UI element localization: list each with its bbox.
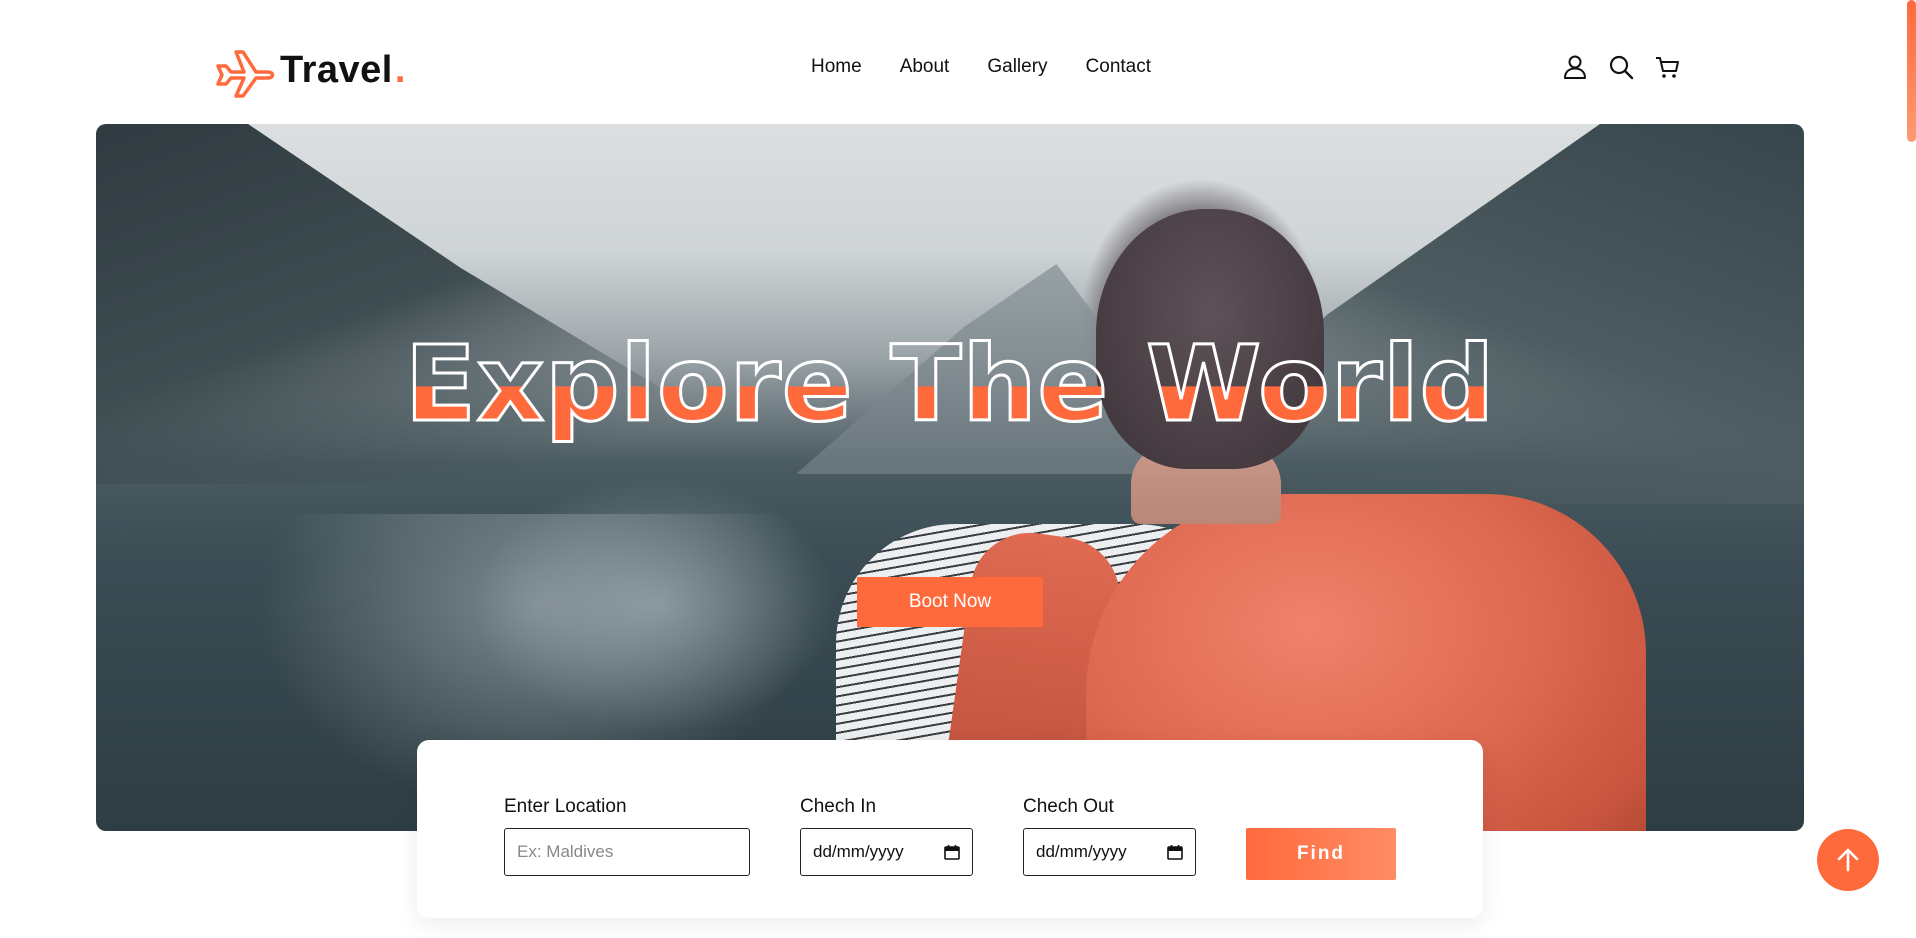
hero-title: Explore The World Explore The World <box>96 323 1804 446</box>
checkin-label: Chech In <box>800 796 877 817</box>
booking-form: Enter Location Chech In dd/mm/yyyy Chech… <box>417 740 1483 918</box>
hero-banner: Explore The World Explore The World Boot… <box>96 124 1804 831</box>
scrollbar-thumb[interactable] <box>1907 0 1916 142</box>
calendar-icon[interactable] <box>1167 844 1183 860</box>
location-label: Enter Location <box>504 796 627 817</box>
nav-contact[interactable]: Contact <box>1086 56 1151 78</box>
nav-about[interactable]: About <box>900 56 950 78</box>
checkin-input[interactable]: dd/mm/yyyy <box>800 828 973 876</box>
search-icon[interactable] <box>1608 54 1634 80</box>
checkin-field: Chech In dd/mm/yyyy <box>800 796 973 876</box>
checkout-label: Chech Out <box>1023 796 1114 817</box>
book-now-button[interactable]: Boot Now <box>857 577 1043 627</box>
checkout-value: dd/mm/yyyy <box>1036 842 1127 861</box>
airplane-icon <box>216 50 275 98</box>
nav-home[interactable]: Home <box>811 56 862 78</box>
scroll-to-top-button[interactable] <box>1817 829 1879 891</box>
header-actions <box>1562 54 1680 80</box>
find-button[interactable]: Find <box>1246 828 1396 880</box>
hero-title-outline: Explore The World <box>403 323 1496 446</box>
location-field: Enter Location <box>504 796 750 876</box>
logo-text: Travel <box>280 48 393 91</box>
site-header: Travel . Home About Gallery Contact <box>0 0 1916 124</box>
logo[interactable]: Travel . <box>214 42 405 98</box>
checkin-value: dd/mm/yyyy <box>813 842 904 861</box>
main-nav: Home About Gallery Contact <box>811 56 1151 78</box>
logo-dot: . <box>394 48 406 91</box>
checkout-input[interactable]: dd/mm/yyyy <box>1023 828 1196 876</box>
location-input[interactable] <box>504 828 750 876</box>
checkout-field: Chech Out dd/mm/yyyy <box>1023 796 1196 876</box>
nav-gallery[interactable]: Gallery <box>987 56 1047 78</box>
cart-icon[interactable] <box>1654 54 1680 80</box>
arrow-up-icon <box>1837 848 1859 872</box>
calendar-icon[interactable] <box>944 844 960 860</box>
user-icon[interactable] <box>1562 54 1588 80</box>
page-scrollbar[interactable] <box>1904 0 1916 938</box>
